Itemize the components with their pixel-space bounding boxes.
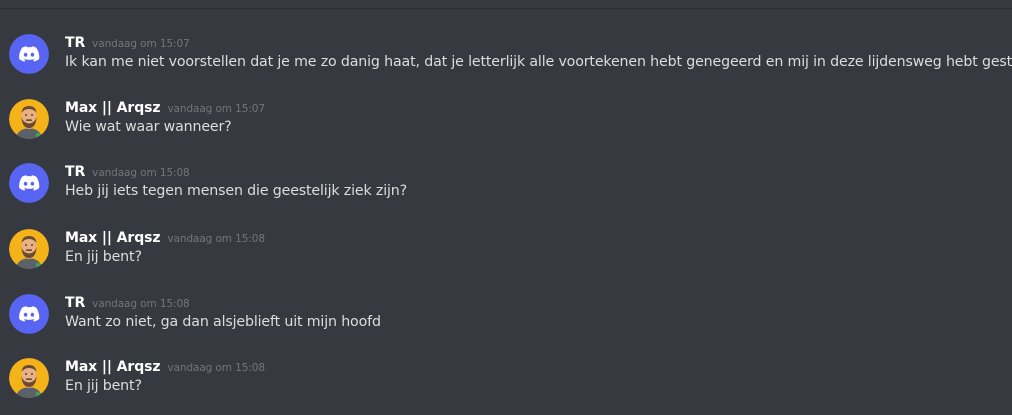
timestamp: vandaag om 15:08 [167, 233, 265, 245]
user-avatar[interactable] [9, 163, 49, 203]
chat-message-list: TR vandaag om 15:07 Ik kan me niet voorst… [0, 0, 1012, 415]
username[interactable]: TR [65, 35, 85, 51]
message-content: Heb jij iets tegen mensen die geestelijk… [65, 183, 408, 199]
chat-message: TR vandaag om 15:07 Ik kan me niet voorst… [0, 32, 1012, 82]
message-header: Max || Arqsz vandaag om 15:08 [65, 227, 265, 246]
user-avatar[interactable] [9, 99, 49, 139]
chat-message: Max || Arqsz vandaag om 15:08 En jij bent… [0, 227, 1012, 277]
top-divider [0, 8, 1012, 9]
timestamp: vandaag om 15:08 [167, 362, 265, 374]
chat-message: TR vandaag om 15:08 Want zo niet, ga dan … [0, 292, 1012, 342]
message-header: TR vandaag om 15:07 [65, 32, 190, 51]
user-avatar[interactable] [9, 34, 49, 74]
bearded-man-avatar-icon [9, 99, 49, 139]
user-avatar[interactable] [9, 229, 49, 269]
username[interactable]: Max || Arqsz [65, 230, 161, 246]
chat-message: TR vandaag om 15:08 Heb jij iets tegen me… [0, 161, 1012, 211]
discord-logo-icon [9, 34, 49, 74]
message-header: Max || Arqsz vandaag om 15:07 [65, 97, 265, 116]
message-header: Max || Arqsz vandaag om 15:08 [65, 356, 265, 375]
bearded-man-avatar-icon [9, 358, 49, 398]
bearded-man-avatar-icon [9, 229, 49, 269]
user-avatar[interactable] [9, 294, 49, 334]
message-content: En jij bent? [65, 249, 142, 265]
message-header: TR vandaag om 15:08 [65, 161, 190, 180]
username[interactable]: TR [65, 164, 85, 180]
discord-logo-icon [9, 163, 49, 203]
discord-logo-icon [9, 294, 49, 334]
username[interactable]: Max || Arqsz [65, 100, 161, 116]
timestamp: vandaag om 15:08 [92, 167, 190, 179]
chat-message: Max || Arqsz vandaag om 15:07 Wie wat waa… [0, 97, 1012, 147]
timestamp: vandaag om 15:08 [92, 298, 190, 310]
message-content: Ik kan me niet voorstellen dat je me zo … [65, 54, 1012, 70]
message-header: TR vandaag om 15:08 [65, 292, 190, 311]
username[interactable]: TR [65, 295, 85, 311]
message-content: Want zo niet, ga dan alsjeblieft uit mij… [65, 314, 381, 330]
message-content: En jij bent? [65, 378, 142, 394]
user-avatar[interactable] [9, 358, 49, 398]
chat-message: Max || Arqsz vandaag om 15:08 En jij bent… [0, 356, 1012, 406]
timestamp: vandaag om 15:07 [92, 38, 190, 50]
message-content: Wie wat waar wanneer? [65, 119, 232, 135]
timestamp: vandaag om 15:07 [167, 103, 265, 115]
username[interactable]: Max || Arqsz [65, 359, 161, 375]
